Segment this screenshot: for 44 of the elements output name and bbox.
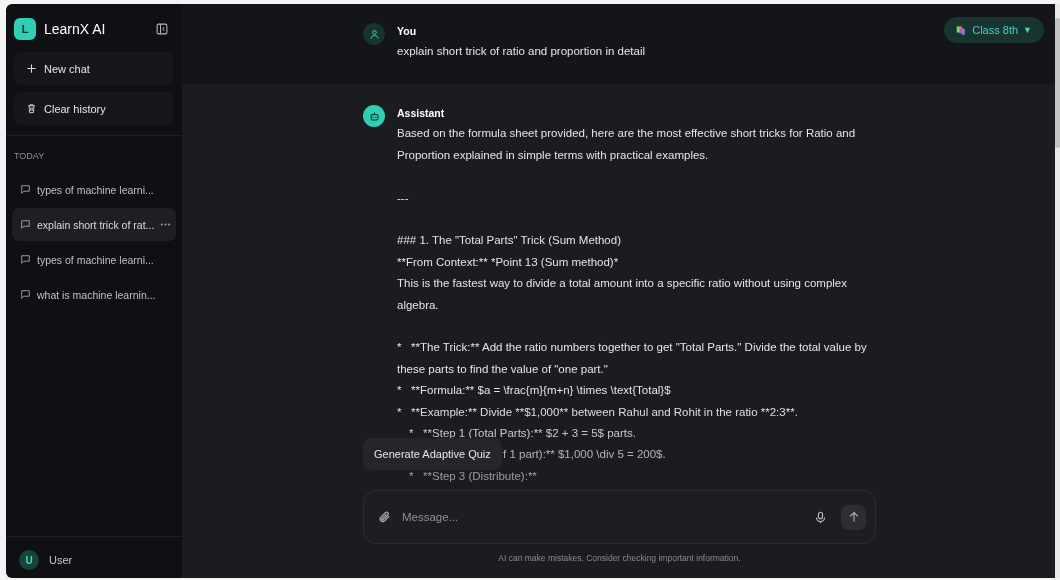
chat-bubble-icon <box>20 254 31 265</box>
message-text: **From Context:** *Point 13 (Sum method)* <box>397 254 620 270</box>
microphone-icon <box>814 510 827 524</box>
section-label: TODAY <box>13 150 46 163</box>
sidebar-toggle-icon <box>156 23 168 35</box>
scrollbar[interactable] <box>1055 4 1060 578</box>
user-avatar-icon <box>363 23 385 45</box>
bot-avatar-icon <box>363 105 385 128</box>
logo-badge: L <box>14 18 36 40</box>
message-text: * **The Trick:** Add the ratio numbers together to get "Total Parts." Divide the total value by these parts to find the value of "one part." <box>397 340 867 377</box>
send-button[interactable] <box>841 504 866 530</box>
chat-bubble-icon <box>20 289 31 300</box>
message-text: * **Formula:** $a = \frac{m}{m+n} \times \text{Total}$ <box>397 383 672 399</box>
chat-bubble-icon <box>20 184 31 195</box>
paperclip-icon <box>378 510 392 524</box>
message-text: ### 1. The "Total Parts" Trick (Sum Method) <box>397 233 622 249</box>
clear-history-button[interactable]: Clear history <box>14 92 174 125</box>
message-text: * **Step 3 (Distribute):** <box>408 468 538 484</box>
chat-history-item[interactable]: what is machine learnin... <box>12 278 176 311</box>
app-name: LearnX AI <box>44 21 107 37</box>
new-chat-button[interactable]: New chat <box>14 52 174 85</box>
author-name: You <box>397 24 418 39</box>
tooltip: Generate Adaptive Quiz <box>363 438 502 470</box>
chat-history-item[interactable]: types of machine learni... <box>12 243 176 276</box>
disclaimer-text: AI can make mistakes. Consider checking important information. <box>497 552 742 565</box>
author-name: Assistant <box>397 106 446 122</box>
message-text: --- <box>397 190 410 206</box>
books-icon <box>956 24 968 36</box>
chat-history-item[interactable]: types of machine learni... <box>12 173 176 206</box>
class-selector[interactable]: Class 8th ▼ <box>944 17 1044 43</box>
message-input[interactable]: Message... <box>400 510 806 524</box>
user-avatar: U <box>19 550 39 570</box>
arrow-up-icon <box>847 511 860 523</box>
chat-bubble-icon <box>20 219 31 230</box>
user-name: User <box>49 554 73 566</box>
scrollbar-thumb[interactable] <box>1055 18 1060 148</box>
chat-history-item[interactable]: explain short trick of rat... <box>12 208 176 241</box>
message-text: explain short trick of ratio and proportion in detail <box>397 44 647 59</box>
plus-icon <box>26 63 37 74</box>
message-text: f 1 part):** $1,000 \div 5 = 200$. <box>503 447 666 463</box>
message-text: * **Example:** Divide **$1,000** between Rahul and Rohit in the ratio **2:3**. <box>397 404 799 420</box>
trash-icon <box>26 103 37 114</box>
message-text: Based on the formula sheet provided, here are the most effective short tricks for Ratio and Proportion explained in simple terms with practical examples. <box>397 126 857 163</box>
message-text: This is the fastest way to divide a total amount into a specific ratio without using complex algebra. <box>397 276 848 313</box>
